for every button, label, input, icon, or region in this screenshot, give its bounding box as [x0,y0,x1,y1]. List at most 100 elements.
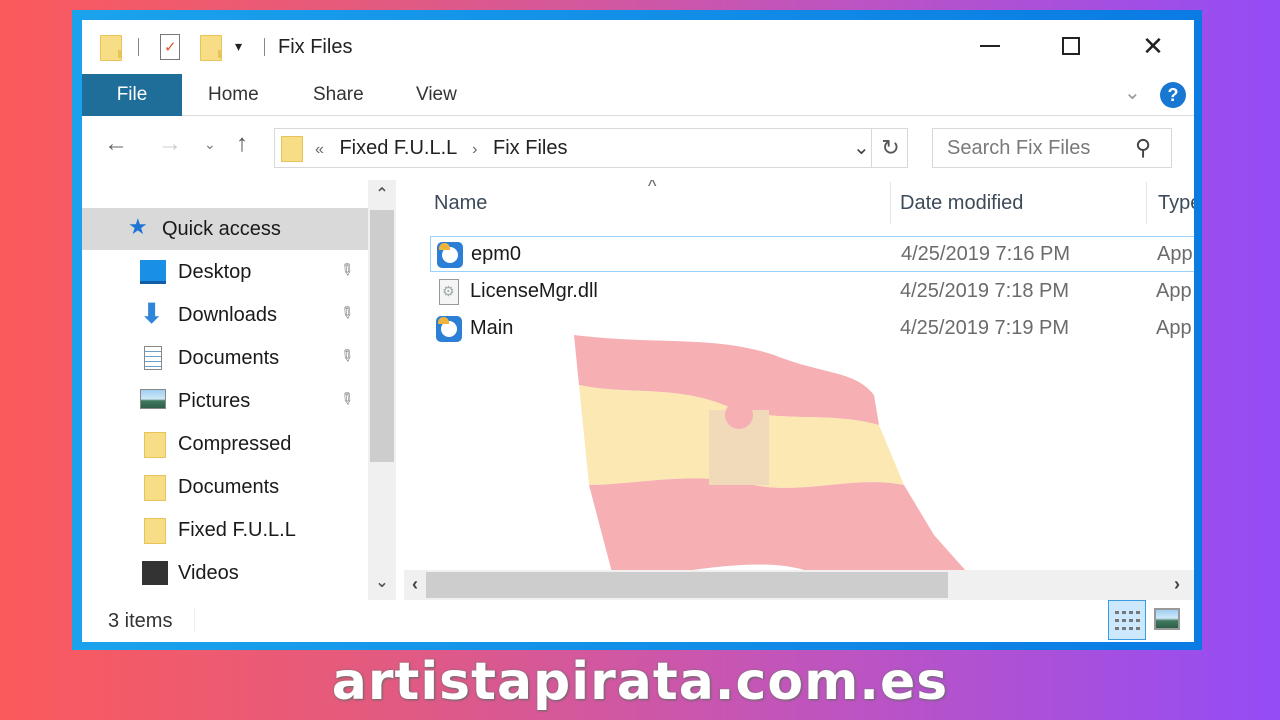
scrollbar-thumb[interactable] [370,210,394,462]
details-view-icon [1115,627,1141,630]
nav-item-label: Compressed [178,433,292,455]
scroll-up-chevron-icon[interactable]: ⌃ [368,184,396,204]
scroll-down-chevron-icon[interactable]: ⌄ [368,572,396,592]
desktop-icon [140,260,166,284]
tab-file[interactable]: File [82,74,182,116]
refresh-button[interactable]: ↻ [871,129,909,167]
downloads-icon: ⬇ [140,298,164,329]
nav-item-label: Documents [178,476,280,498]
file-row[interactable]: epm0 4/25/2019 7:16 PM App [430,236,1194,272]
file-date: 4/25/2019 7:18 PM [900,280,1070,302]
toolbar-separator [264,38,265,56]
status-separator [194,608,195,632]
nav-item-quick-access[interactable]: ★ Quick access [82,208,368,250]
breadcrumb-separator[interactable]: › [472,141,477,158]
folder-icon[interactable] [100,35,122,61]
file-explorer-window: ▾ Fix Files ✕ File Home Share View ⌄ ? ←… [82,20,1194,642]
scrollbar-thumb[interactable] [426,572,948,598]
nav-item-label: Videos [178,562,239,584]
up-button[interactable]: ↑ [236,130,248,158]
expand-ribbon-chevron-icon[interactable]: ⌄ [1124,80,1141,105]
file-date: 4/25/2019 7:16 PM [901,243,1071,265]
details-view-button[interactable] [1108,600,1146,640]
pictures-icon [140,389,166,409]
horizontal-scrollbar[interactable]: ‹ › [404,570,1194,600]
properties-icon[interactable] [160,34,180,60]
window-title: Fix Files [278,36,353,58]
maximize-button[interactable] [1048,30,1094,62]
search-icon[interactable]: ⚲ [1135,135,1151,161]
sort-ascending-icon: ^ [648,180,657,196]
nav-item-label: Pictures [178,390,251,412]
dll-icon [439,279,459,305]
ribbon-tabs: File Home Share View ⌄ ? [82,74,1194,116]
folder-icon [144,475,166,501]
nav-item-documents-folder[interactable]: Documents [82,466,368,508]
nav-item-downloads[interactable]: ⬇ Downloads ✎ [82,294,368,336]
close-button[interactable]: ✕ [1130,30,1176,62]
folder-icon [144,518,166,544]
column-header-type[interactable]: Type [1158,180,1194,230]
address-dropdown-chevron-icon[interactable]: ⌄ [853,135,870,160]
large-icons-view-button[interactable] [1154,608,1180,630]
spain-flag-overlay [574,335,974,580]
file-list-pane: ^ Name Date modified Type epm0 4/25/2019… [404,180,1194,600]
nav-item-label: Downloads [178,304,277,326]
nav-item-label: Desktop [178,261,252,283]
pin-icon: ✎ [335,259,357,282]
file-name: epm0 [471,243,522,265]
file-type: App [1156,317,1192,339]
breadcrumb: « Fixed F.U.L.L › Fix Files [315,137,567,160]
nav-item-pictures[interactable]: Pictures ✎ [82,380,368,422]
nav-item-documents[interactable]: Documents ✎ [82,337,368,379]
file-type: App [1156,280,1192,302]
details-view-icon [1115,611,1141,614]
nav-pane-scrollbar[interactable]: ⌃ ⌄ [368,180,396,600]
tab-share[interactable]: Share [313,74,364,116]
file-name: Main [470,317,514,339]
pin-icon: ✎ [335,345,357,368]
documents-icon [144,346,162,370]
nav-item-label: Fixed F.U.L.L [178,519,296,541]
address-bar[interactable]: « Fixed F.U.L.L › Fix Files ⌄ ↻ [274,128,908,168]
breadcrumb-item[interactable]: Fix Files [493,137,567,159]
minimize-icon [980,45,1000,47]
scroll-left-chevron-icon[interactable]: ‹ [412,574,418,595]
pin-icon: ✎ [335,388,357,411]
customize-toolbar-dropdown[interactable]: ▾ [235,38,242,55]
search-input[interactable] [947,135,1137,161]
nav-item-videos[interactable]: Videos [82,552,368,594]
nav-item-label: Quick access [162,218,281,240]
back-button[interactable]: ← [104,130,128,158]
watermark-text: artistapirata.com.es [331,652,949,712]
search-box[interactable]: ⚲ [932,128,1172,168]
folder-icon [281,136,303,162]
column-header-name[interactable]: Name [434,180,487,230]
breadcrumb-overflow[interactable]: « [315,141,324,158]
tab-home[interactable]: Home [208,74,259,116]
status-bar: 3 items [82,600,1194,642]
folder-icon [144,432,166,458]
minimize-button[interactable] [967,30,1013,62]
scroll-right-chevron-icon[interactable]: › [1174,574,1180,595]
new-folder-icon[interactable] [200,35,222,61]
nav-item-desktop[interactable]: Desktop ✎ [82,251,368,293]
file-name: LicenseMgr.dll [470,280,598,302]
tab-view[interactable]: View [416,74,457,116]
column-divider[interactable] [890,182,891,224]
recent-locations-chevron-icon[interactable]: ⌄ [204,136,216,153]
column-divider[interactable] [1146,182,1147,224]
navigation-pane: ★ Quick access Desktop ✎ ⬇ Downloads ✎ D… [82,180,396,600]
breadcrumb-item[interactable]: Fixed F.U.L.L [339,137,456,159]
maximize-icon [1062,37,1080,55]
nav-item-compressed[interactable]: Compressed [82,423,368,465]
toolbar-separator [138,38,139,56]
file-row[interactable]: LicenseMgr.dll 4/25/2019 7:18 PM App [430,274,1194,310]
column-header-date[interactable]: Date modified [900,180,1023,230]
forward-button[interactable]: → [158,130,182,158]
nav-item-fixed-full[interactable]: Fixed F.U.L.L [82,509,368,551]
details-view-icon [1115,619,1141,622]
videos-icon [142,561,168,585]
help-icon[interactable]: ? [1160,82,1186,108]
file-type: App [1157,243,1193,265]
